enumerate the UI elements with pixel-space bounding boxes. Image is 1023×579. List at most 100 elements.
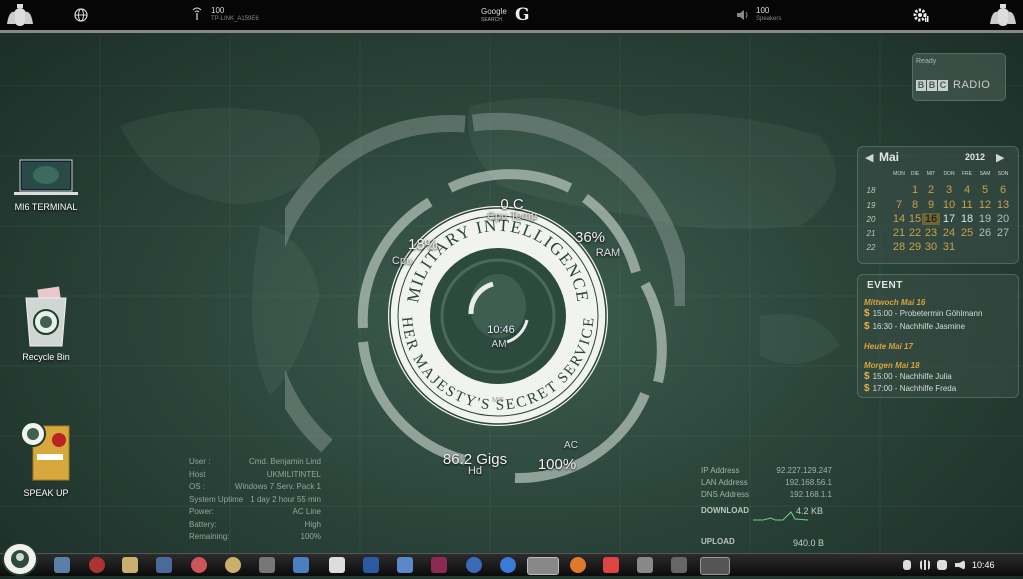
calendar-day[interactable]: 25 [958,227,976,239]
action-center-flag-icon[interactable] [937,560,947,570]
calendar-day[interactable]: 17 [940,213,958,225]
upload-value: 940.0 B [793,538,825,548]
desktop-icon-recycle-bin[interactable]: Recycle Bin [1,286,91,362]
wifi-antenna-icon[interactable] [191,7,203,21]
sysinfo-value: 100% [300,532,321,541]
calendar-day[interactable]: 6 [994,184,1012,196]
next-month-arrow-icon[interactable]: ▶ [996,151,1004,164]
calendar-day[interactable]: 16 [922,213,940,225]
calendar-week-number: 21 [866,229,876,238]
calendar-day[interactable]: 27 [994,227,1012,239]
taskbar-app-icon[interactable] [156,557,172,573]
calendar-day[interactable]: 26 [976,227,994,239]
calendar-weekday: SAM [979,171,991,177]
taskbar-active-app-icon[interactable] [527,557,559,575]
taskbar-app-icon[interactable] [293,557,309,573]
taskbar-app-icon[interactable] [466,557,482,573]
dollar-icon: $ [864,321,870,332]
calendar-week-number: 19 [866,201,876,210]
event-item[interactable]: $15:00 - Nachhilfe Julia [864,371,952,382]
sound-status[interactable]: 100 Speakers [756,6,781,24]
desktop-icon-label: Recycle Bin [22,352,70,362]
sysinfo-value: Cmd. Benjamin Lind [248,457,321,466]
network-value: 92.227.129.247 [776,466,832,475]
calendar-year: 2012 [965,152,986,162]
sysinfo-value: UKMILITINTEL [266,469,321,479]
taskbar-word-icon[interactable] [363,557,379,573]
taskbar-media-icon[interactable] [89,557,105,573]
audio-device-name: Speakers [756,16,782,22]
dollar-icon: $ [864,371,870,382]
network-signal-icon[interactable] [920,560,930,570]
calendar-week-number: 22 [866,243,876,252]
taskbar-app-icon[interactable] [329,557,345,573]
taskbar-app-icon[interactable] [225,557,241,573]
taskbar-app-icon[interactable] [191,557,207,573]
cpu-value: 18% [407,236,439,253]
calendar-day[interactable]: 23 [922,227,940,239]
calendar-day[interactable]: 5 [976,184,994,196]
event-item[interactable]: $16:30 - Nachhilfe Jasmine [864,321,965,332]
prev-month-arrow-icon[interactable]: ◀ [865,151,873,164]
taskbar-search-icon[interactable] [259,557,275,573]
google-search-widget[interactable]: Google SEARCH [481,8,507,24]
event-item-text: 15:00 - Probetermin Göhlmann [872,309,983,318]
event-item-text: 16:30 - Nachhilfe Jasmine [872,322,966,331]
calendar-day[interactable]: 9 [922,199,940,211]
calendar-day[interactable]: 30 [922,241,940,253]
crest-seal-icon [11,550,29,568]
calendar-day[interactable]: 24 [940,227,958,239]
gear-icon[interactable] [912,7,930,25]
sysinfo-value: AC Line [292,507,321,516]
taskbar-app-icon[interactable] [637,557,653,573]
taskbar-app-icon[interactable] [397,557,413,573]
taskbar-explorer-icon[interactable] [54,557,70,573]
network-value: 192.168.1.1 [789,490,832,499]
event-day-heading: Heute Mai 17 [864,342,913,351]
volume-icon[interactable] [955,560,965,570]
calendar-week-number: 18 [866,186,876,195]
desktop-icon-mi6-terminal[interactable]: MI6 TERMINAL [1,158,91,212]
calendar-day[interactable]: 19 [976,213,994,225]
taskbar-firefox-window-icon[interactable] [700,557,730,575]
google-g-icon[interactable]: G [515,5,530,25]
calendar-day[interactable]: 2 [922,184,940,196]
speaker-icon[interactable] [735,8,749,22]
globe-icon[interactable] [74,8,88,22]
event-item[interactable]: $15:00 - Probetermin Göhlmann [864,308,982,319]
bbc-letter: B [927,80,937,91]
calendar-day[interactable]: 13 [994,199,1012,211]
wifi-status[interactable]: 100 TP-LINK_A159E6 [211,6,259,24]
battery-icon[interactable] [903,560,911,570]
royal-crest-icon [990,4,1016,26]
desktop-icon-speak-up[interactable]: SPEAK UP [1,420,91,498]
calendar-day[interactable]: 4 [958,184,976,196]
search-label: SEARCH [481,17,502,23]
start-button[interactable] [2,542,38,576]
taskbar-home-icon[interactable] [122,557,138,573]
cpu-temp-label: Cpu Temp [487,210,537,222]
network-value: 192.168.56.1 [785,478,832,487]
seal-small-text: MI6 [492,397,504,404]
calendar-day[interactable]: 18 [958,213,976,225]
calendar-day[interactable]: 12 [976,199,994,211]
event-day-heading: Mittwoch Mai 16 [864,298,926,307]
calendar-day[interactable]: 11 [958,199,976,211]
taskbar-app-icon[interactable] [671,557,687,573]
bbc-radio-widget[interactable]: Ready B B C RADIO [912,53,1006,101]
event-item[interactable]: $17:00 - Nachhilfe Freda [864,383,956,394]
calendar-day[interactable]: 3 [940,184,958,196]
desktop-icon-label: MI6 TERMINAL [14,202,78,212]
events-widget: EVENT Mittwoch Mai 16 $15:00 - Probeterm… [857,274,1019,398]
calendar-day[interactable]: 10 [940,199,958,211]
dollar-icon: $ [864,308,870,319]
taskbar-app-icon[interactable] [603,557,619,573]
taskbar-firefox-icon[interactable] [570,557,586,573]
taskbar-app-icon[interactable] [431,557,447,573]
taskbar-clock[interactable]: 10:46 [972,560,995,570]
royal-crest-icon [7,4,33,26]
calendar-day[interactable]: 20 [994,213,1012,225]
volume-value: 100 [756,6,770,15]
calendar-day[interactable]: 31 [940,241,958,253]
taskbar-browser-icon[interactable] [500,557,516,573]
